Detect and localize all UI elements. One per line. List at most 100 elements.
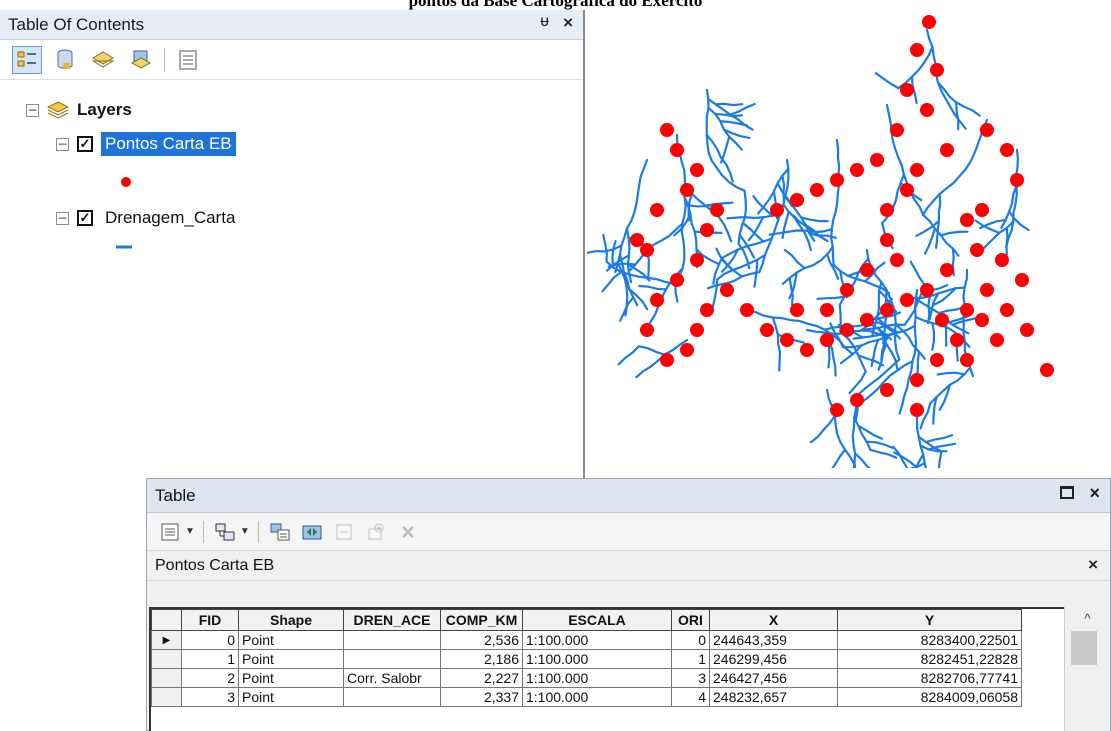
table-layer-tab[interactable]: Pontos Carta EB × [147,551,1110,581]
table-cell[interactable]: Point [238,630,344,650]
table-row[interactable]: 2 Point Corr. Salobr 2,227 1:100.000 3 2… [151,668,1022,688]
pin-icon[interactable]: ᵾ [540,13,549,31]
table-cell[interactable]: 0 [181,630,239,650]
table-cell[interactable]: 1 [671,649,710,669]
chevron-down-icon[interactable]: ▼ [240,526,250,537]
point-feature[interactable] [850,393,864,407]
point-feature[interactable] [640,243,654,257]
point-feature[interactable] [700,303,714,317]
point-feature[interactable] [960,213,974,227]
delete-selected-button[interactable] [395,519,421,545]
point-feature[interactable] [975,203,989,217]
table-cell[interactable]: 246299,456 [709,649,838,669]
column-header[interactable]: DREN_ACE [343,609,441,631]
column-header[interactable]: X [709,609,838,631]
point-feature[interactable] [940,143,954,157]
point-feature[interactable] [890,123,904,137]
collapse-icon[interactable]: − [26,103,39,117]
table-cell[interactable]: Point [238,668,344,688]
point-feature[interactable] [870,153,884,167]
zoom-to-selected-button[interactable] [363,519,389,545]
layer-row-drenagem[interactable]: − ✓ Drenagem_Carta [56,206,239,230]
layer-visibility-checkbox[interactable]: ✓ [77,136,93,152]
point-feature[interactable] [960,353,974,367]
point-feature[interactable] [960,303,974,317]
point-feature[interactable] [900,183,914,197]
point-feature[interactable] [970,243,984,257]
table-cell[interactable]: 1:100.000 [522,630,672,650]
table-row[interactable]: ▶ 0 Point 2,536 1:100.000 0 244643,359 8… [151,630,1022,650]
table-cell[interactable]: Corr. Salobr [343,668,441,688]
point-feature[interactable] [630,233,644,247]
point-feature[interactable] [830,173,844,187]
layer-name-drenagem[interactable]: Drenagem_Carta [101,206,239,230]
point-feature[interactable] [640,323,654,337]
map-view[interactable] [587,10,1111,468]
options-button[interactable] [173,46,203,74]
point-feature[interactable] [700,223,714,237]
point-feature[interactable] [920,103,934,117]
point-feature[interactable] [940,263,954,277]
point-feature[interactable] [690,323,704,337]
point-feature[interactable] [860,313,874,327]
point-feature[interactable] [1020,323,1034,337]
table-cell[interactable]: 8283400,22501 [837,630,1022,650]
point-feature[interactable] [680,183,694,197]
point-feature[interactable] [790,303,804,317]
point-feature[interactable] [980,283,994,297]
point-feature[interactable] [910,403,924,417]
layer-row-pontos[interactable]: − ✓ Pontos Carta EB [56,132,236,156]
point-feature[interactable] [920,283,934,297]
point-feature[interactable] [670,143,684,157]
column-header[interactable]: ORI [671,609,710,631]
point-feature[interactable] [810,183,824,197]
point-feature[interactable] [950,333,964,347]
point-feature[interactable] [790,193,804,207]
table-cell[interactable]: 8282706,77741 [837,668,1022,688]
table-cell[interactable]: 2 [181,668,239,688]
scrollbar-thumb[interactable] [1071,631,1097,665]
close-icon[interactable]: × [1088,555,1098,575]
point-feature[interactable] [1000,303,1014,317]
column-header[interactable]: Shape [238,609,344,631]
table-cell[interactable]: Point [238,649,344,669]
point-feature[interactable] [820,333,834,347]
point-feature[interactable] [650,203,664,217]
point-feature[interactable] [760,323,774,337]
switch-selection-button[interactable] [299,519,325,545]
column-header[interactable]: COMP_KM [440,609,523,631]
table-cell[interactable]: 8282451,22828 [837,649,1022,669]
point-feature[interactable] [900,293,914,307]
layer-visibility-checkbox[interactable]: ✓ [77,210,93,226]
table-cell[interactable]: 3 [181,687,239,707]
chevron-down-icon[interactable]: ▼ [185,526,195,537]
select-by-attributes-button[interactable] [267,519,293,545]
close-icon[interactable]: × [1089,483,1100,504]
list-by-selection-button[interactable] [126,46,156,74]
point-feature[interactable] [930,353,944,367]
point-feature[interactable] [780,333,794,347]
related-tables-button[interactable] [212,519,238,545]
list-by-source-button[interactable] [50,46,80,74]
table-cell[interactable] [343,649,441,669]
point-feature[interactable] [840,283,854,297]
point-feature[interactable] [850,163,864,177]
table-cell[interactable]: 2,227 [440,668,523,688]
table-options-button[interactable] [157,519,183,545]
row-selector[interactable] [151,687,182,707]
column-header[interactable]: FID [181,609,239,631]
point-feature[interactable] [650,293,664,307]
row-selector[interactable] [151,668,182,688]
layer-name-pontos[interactable]: Pontos Carta EB [101,132,236,156]
point-feature[interactable] [830,403,844,417]
column-header[interactable]: ESCALA [522,609,672,631]
point-feature[interactable] [910,43,924,57]
table-row[interactable]: 1 Point 2,186 1:100.000 1 246299,456 828… [151,649,1022,669]
table-cell[interactable]: 3 [671,668,710,688]
column-header[interactable]: Y [837,609,1022,631]
table-cell[interactable]: 2,536 [440,630,523,650]
table-cell[interactable]: 2,186 [440,649,523,669]
point-feature[interactable] [900,83,914,97]
point-feature[interactable] [660,353,674,367]
clear-selection-button[interactable] [331,519,357,545]
